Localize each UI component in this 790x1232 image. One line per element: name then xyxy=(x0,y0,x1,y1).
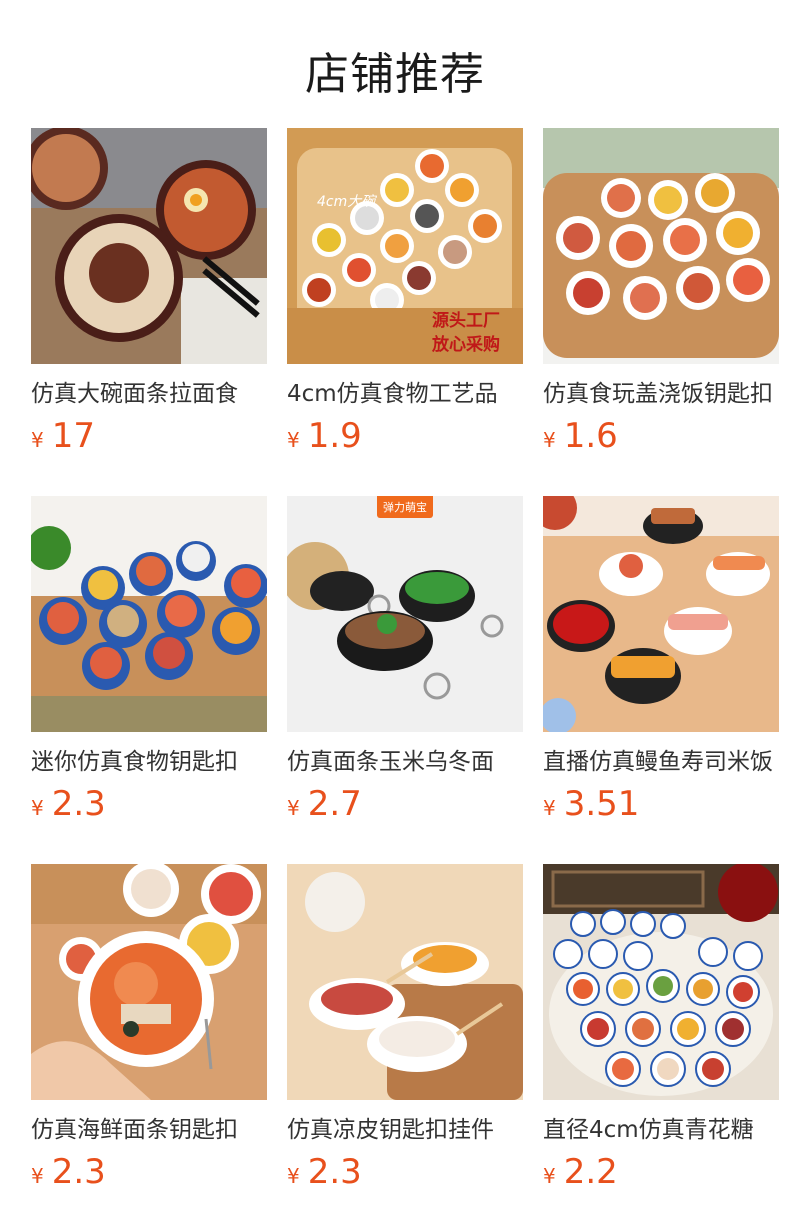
price-value: 17 xyxy=(51,416,95,456)
price-value: 3.51 xyxy=(563,784,640,824)
product-card[interactable]: 直径4cm仿真青花糖 ¥2.2 xyxy=(543,864,779,1204)
price-value: 2.7 xyxy=(307,784,362,824)
product-name[interactable]: 直播仿真鳗鱼寿司米饭 xyxy=(543,746,779,780)
svg-text:源头工厂: 源头工厂 xyxy=(432,310,500,331)
currency-symbol: ¥ xyxy=(31,796,44,820)
currency-symbol: ¥ xyxy=(543,1164,556,1188)
product-image[interactable]: 弹力萌宝 xyxy=(287,496,523,732)
product-name[interactable]: 直径4cm仿真青花糖 xyxy=(543,1114,779,1148)
price-value: 2.3 xyxy=(51,784,106,824)
product-card[interactable]: 仿真食玩盖浇饭钥匙扣 ¥1.6 xyxy=(543,128,779,468)
product-card[interactable]: 仿真大碗面条拉面食 ¥17 xyxy=(31,128,267,468)
product-name[interactable]: 仿真凉皮钥匙扣挂件 xyxy=(287,1114,523,1148)
currency-symbol: ¥ xyxy=(287,428,300,452)
currency-symbol: ¥ xyxy=(287,1164,300,1188)
price-value: 2.3 xyxy=(51,1152,106,1192)
product-name[interactable]: 仿真食玩盖浇饭钥匙扣 xyxy=(543,378,779,412)
product-price: ¥1.6 xyxy=(543,416,779,460)
product-price: ¥2.3 xyxy=(31,1152,267,1196)
currency-symbol: ¥ xyxy=(287,796,300,820)
product-price: ¥2.3 xyxy=(287,1152,523,1196)
currency-symbol: ¥ xyxy=(31,428,44,452)
price-value: 2.2 xyxy=(563,1152,618,1192)
product-image[interactable] xyxy=(543,496,779,732)
product-name[interactable]: 仿真面条玉米乌冬面 xyxy=(287,746,523,780)
price-value: 1.9 xyxy=(307,416,362,456)
product-image[interactable] xyxy=(543,128,779,364)
product-price: ¥2.2 xyxy=(543,1152,779,1196)
product-image[interactable] xyxy=(543,864,779,1100)
product-name[interactable]: 仿真海鲜面条钥匙扣 xyxy=(31,1114,267,1148)
product-image[interactable] xyxy=(31,496,267,732)
product-price: ¥1.9 xyxy=(287,416,523,460)
product-image[interactable] xyxy=(31,128,267,364)
product-name[interactable]: 仿真大碗面条拉面食 xyxy=(31,378,267,412)
product-card[interactable]: 仿真海鲜面条钥匙扣 ¥2.3 xyxy=(31,864,267,1204)
product-price: ¥2.3 xyxy=(31,784,267,828)
image-watermark: 4cm大碗 xyxy=(317,194,377,210)
price-value: 2.3 xyxy=(307,1152,362,1192)
currency-symbol: ¥ xyxy=(31,1164,44,1188)
currency-symbol: ¥ xyxy=(543,428,556,452)
product-price: ¥17 xyxy=(31,416,267,460)
currency-symbol: ¥ xyxy=(543,796,556,820)
product-card[interactable]: 弹力萌宝 仿真面条玉米乌冬面 ¥2.7 xyxy=(287,496,523,836)
product-name[interactable]: 4cm仿真食物工艺品 xyxy=(287,378,523,412)
product-card[interactable]: 仿真凉皮钥匙扣挂件 ¥2.3 xyxy=(287,864,523,1204)
promo-badge: 弹力萌宝 xyxy=(377,496,433,518)
product-price: ¥2.7 xyxy=(287,784,523,828)
product-card[interactable]: 4cm大碗 源头工厂 放心采购 4cm仿真食物工艺品 ¥1.9 xyxy=(287,128,523,468)
svg-text:放心采购: 放心采购 xyxy=(431,334,500,355)
product-image[interactable]: 4cm大碗 源头工厂 放心采购 xyxy=(287,128,523,364)
product-name[interactable]: 迷你仿真食物钥匙扣 xyxy=(31,746,267,780)
product-card[interactable]: 直播仿真鳗鱼寿司米饭 ¥3.51 xyxy=(543,496,779,836)
page-title: 店铺推荐 xyxy=(305,49,485,100)
product-image[interactable] xyxy=(287,864,523,1100)
price-value: 1.6 xyxy=(563,416,618,456)
product-image[interactable] xyxy=(31,864,267,1100)
product-card[interactable]: 迷你仿真食物钥匙扣 ¥2.3 xyxy=(31,496,267,836)
product-price: ¥3.51 xyxy=(543,784,779,828)
